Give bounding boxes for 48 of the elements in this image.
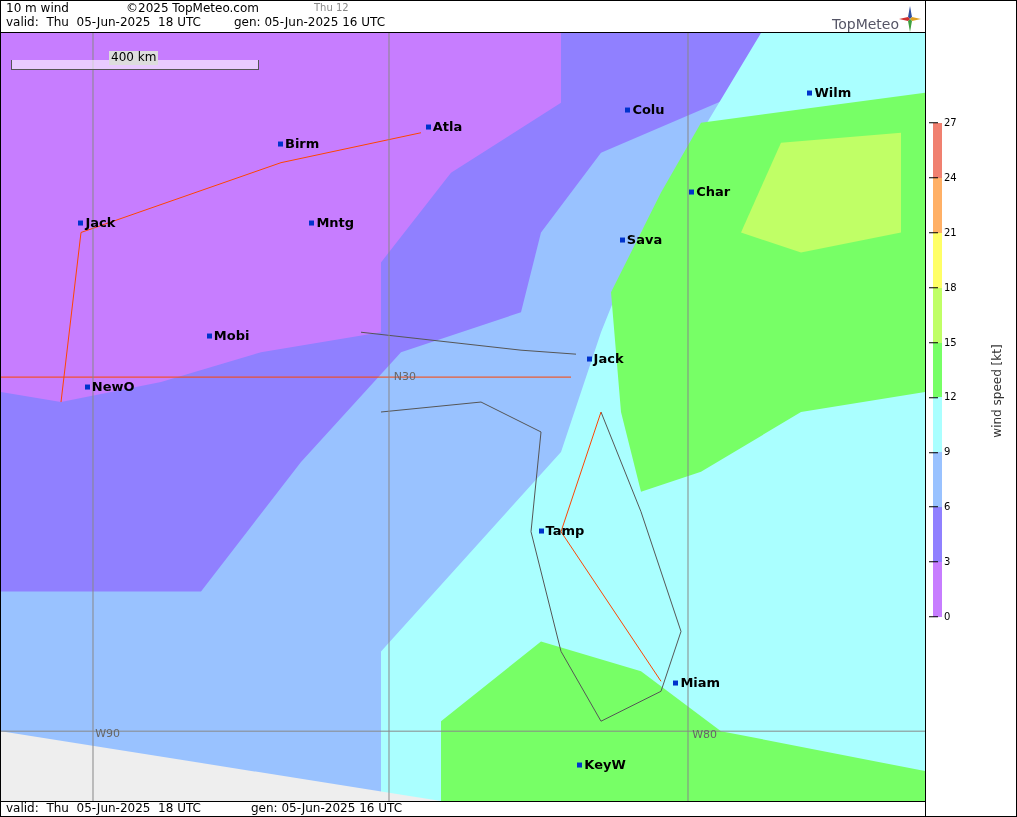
city-label: Tamp <box>545 523 585 539</box>
city-marker-icon <box>619 237 625 243</box>
city-marker-icon <box>673 680 679 686</box>
generated-time: gen: 05-Jun-2025 16 UTC <box>251 802 403 816</box>
city-marker-icon <box>807 90 813 96</box>
city-label: Birm <box>284 136 320 152</box>
city-label: Char <box>696 184 731 200</box>
logo-text: TopMeteo <box>832 16 899 33</box>
scale-label: 400 km <box>109 51 159 65</box>
city-marker-icon <box>538 528 544 534</box>
tick-label: 12 <box>944 391 957 404</box>
city-label: Wilm <box>814 85 852 101</box>
legend-title: wind speed [kt] <box>991 344 1005 438</box>
tick-label: 9 <box>944 446 951 459</box>
tick-label: 24 <box>944 172 957 184</box>
city-label: Atla <box>432 119 463 135</box>
city-marker-icon <box>689 189 695 195</box>
city-label: Miam <box>680 675 721 691</box>
forecast-step: Thu 12 <box>314 2 349 16</box>
city-label: Colu <box>632 102 665 118</box>
tick-label: 15 <box>944 336 957 349</box>
city-label: NewO <box>91 379 135 395</box>
city-label: KeyW <box>584 757 626 773</box>
city-marker-icon <box>586 356 592 362</box>
copyright-text: ©2025 TopMeteo.com <box>126 2 259 16</box>
city-marker-icon <box>206 333 212 339</box>
map-parameter: 10 m wind <box>6 2 70 16</box>
tick-label: 27 <box>944 117 957 129</box>
tick-label: 21 <box>944 227 957 239</box>
city-marker-icon <box>84 384 90 390</box>
city-marker-icon <box>625 107 631 113</box>
city-marker-icon <box>277 141 283 147</box>
city-label: Mobi <box>213 328 250 344</box>
city-marker-icon <box>78 220 84 226</box>
grid-label: W90 <box>95 728 121 741</box>
city-marker-icon <box>425 124 431 130</box>
city-label: Mntg <box>316 215 355 231</box>
generated-time: gen: 05-Jun-2025 16 UTC <box>234 15 386 30</box>
tick-label: 0 <box>944 611 951 623</box>
tick-label: 18 <box>944 281 957 294</box>
grid-label: W80 <box>692 728 717 742</box>
valid-time: valid: Thu 05-Jun-2025 18 UTC <box>6 802 201 816</box>
tick-label: 6 <box>944 501 951 513</box>
city-marker-icon <box>577 762 583 768</box>
city-label: Jack <box>85 215 116 231</box>
tick-label: 3 <box>944 556 951 568</box>
valid-time: valid: Thu 05-Jun-2025 18 UTC <box>6 15 201 30</box>
city-marker-icon <box>309 220 315 226</box>
